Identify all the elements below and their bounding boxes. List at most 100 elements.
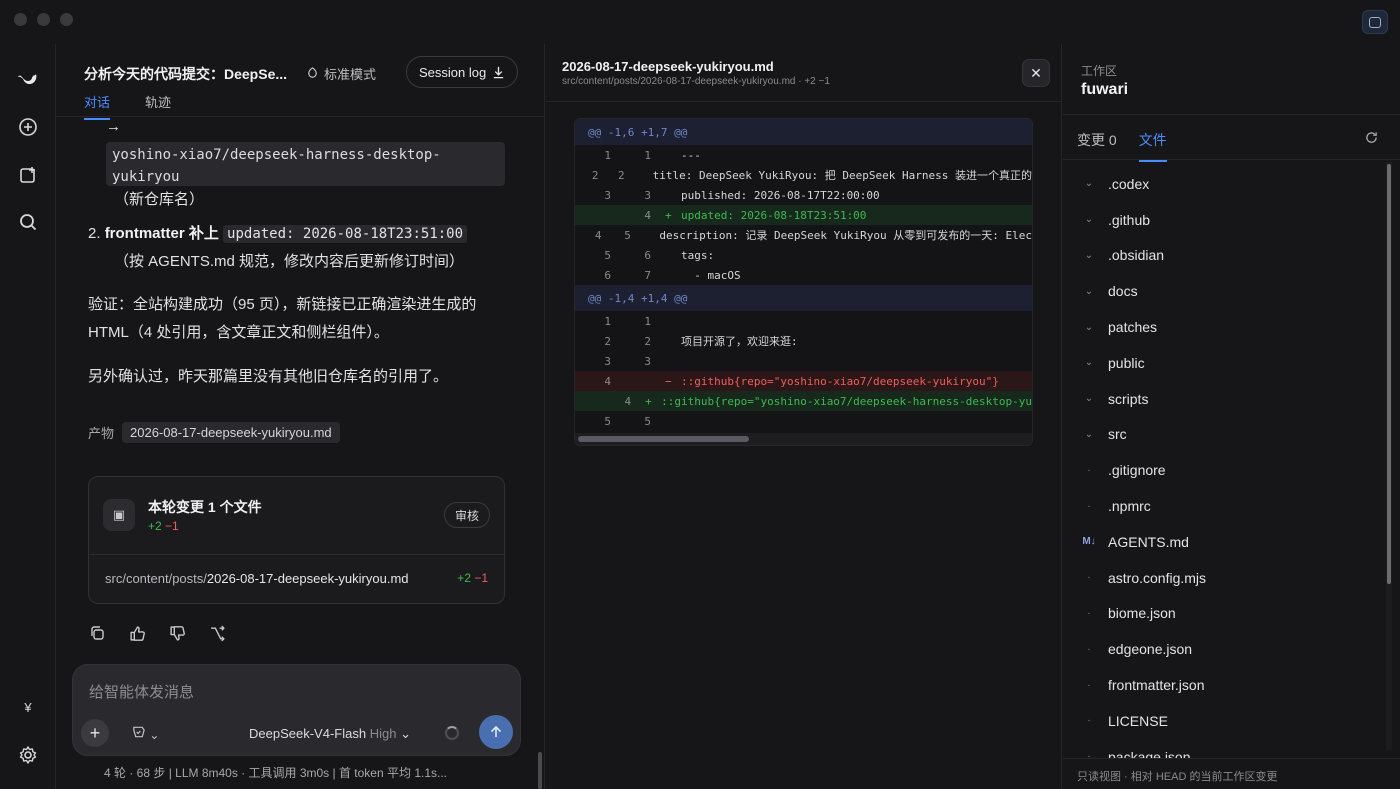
close-icon: ✕ — [1030, 64, 1042, 81]
new-chat-icon[interactable] — [16, 115, 40, 139]
folder-item[interactable]: ⌄ .codex — [1063, 166, 1385, 202]
file-tree-scrollbar[interactable] — [1386, 162, 1392, 750]
minimize-window-button[interactable] — [37, 13, 50, 26]
workspace-tabs: 变更 0 文件 — [1077, 130, 1167, 162]
folder-item[interactable]: ⌄ .github — [1063, 202, 1385, 238]
refresh-icon[interactable] — [1365, 131, 1378, 147]
diff-panel: 2026-08-17-deepseek-yukiryou.md src/cont… — [546, 44, 1062, 789]
chat-title[interactable]: 分析今天的代码提交：DeepSe... — [84, 64, 287, 84]
new-line-number: 5 — [644, 414, 651, 428]
message-composer[interactable]: 给智能体发消息 + ⌄ DeepSeek-V4-Flash High ⌄ — [72, 664, 521, 756]
diff-view: @@ -1,6 +1,7 @@ 1 1 --- 2 2 title: DeepSeek Yu… — [574, 118, 1033, 446]
file-item[interactable]: M↓ AGENTS.md — [1063, 524, 1385, 560]
diff-line-added: 4 + updated: 2026-08-18T23:51:00 — [575, 205, 1032, 225]
copy-icon[interactable] — [88, 624, 106, 642]
file-dot-icon: · — [1087, 607, 1091, 619]
changed-file-row[interactable]: src/content/posts/2026-08-17-deepseek-yu… — [105, 571, 409, 586]
chat-tabs: 对话 轨迹 — [84, 92, 171, 120]
review-button[interactable]: 审核 — [443, 502, 490, 528]
folder-item[interactable]: ⌄ scripts — [1063, 381, 1385, 417]
diff-marker: + — [645, 394, 652, 408]
session-log-button[interactable]: Session log — [406, 56, 519, 88]
file-item[interactable]: · .npmrc — [1063, 488, 1385, 524]
file-item[interactable]: · edgeone.json — [1063, 631, 1385, 667]
tab-trace[interactable]: 轨迹 — [145, 92, 171, 111]
tab-changes[interactable]: 变更 0 — [1077, 130, 1117, 150]
chevron-down-icon: ⌄ — [1084, 357, 1094, 369]
add-project-icon[interactable] — [16, 163, 40, 187]
tab-files[interactable]: 文件 — [1138, 130, 1167, 162]
workspace-label: 工作区 — [1081, 64, 1118, 78]
folder-item[interactable]: ⌄ patches — [1063, 309, 1385, 345]
settings-gear-icon[interactable] — [16, 743, 40, 767]
list-number: 2. — [88, 225, 101, 242]
diff-code: tags: — [681, 248, 715, 262]
diff-line: 3 3 published: 2026-08-17T22:00:00 — [575, 185, 1032, 205]
diff-line: 55 — [575, 411, 1032, 431]
file-dot-icon: · — [1087, 572, 1091, 584]
file-name: .gitignore — [1108, 462, 1166, 479]
whale-logo-icon[interactable] — [16, 66, 40, 90]
new-line-number: 2 — [644, 334, 651, 348]
diff-code: updated: 2026-08-18T23:51:00 — [681, 208, 867, 222]
artifact-file-chip[interactable]: 2026-08-17-deepseek-yukiryou.md — [122, 422, 340, 443]
search-icon[interactable] — [16, 210, 40, 234]
file-name: scripts — [1108, 390, 1149, 407]
repo-code-block: yoshino-xiao7/deepseek-harness-desktop-y… — [106, 142, 505, 186]
chat-scrollbar[interactable] — [538, 752, 542, 789]
file-item[interactable]: · astro.config.mjs — [1063, 560, 1385, 596]
file-name: package.json — [1108, 748, 1191, 758]
file-name: public — [1108, 354, 1145, 371]
close-diff-button[interactable]: ✕ — [1022, 59, 1050, 87]
diff-file-title: 2026-08-17-deepseek-yukiryou.md — [562, 59, 774, 74]
workspace-panel: 工作区 fuwari 变更 0 文件 ⌄ .codex ⌄ .github ⌄ .obsi… — [1063, 44, 1400, 789]
mode-selector[interactable]: 标准模式 — [306, 64, 376, 83]
folder-item[interactable]: ⌄ docs — [1063, 273, 1385, 309]
diff-header: 2026-08-17-deepseek-yukiryou.md src/cont… — [546, 44, 1061, 102]
file-item[interactable]: · .gitignore — [1063, 452, 1385, 488]
branch-icon[interactable] — [208, 624, 226, 642]
new-line-number: 2 — [618, 168, 625, 182]
old-line-number: 3 — [604, 354, 611, 368]
send-button[interactable] — [479, 715, 513, 749]
mode-label: 标准模式 — [324, 67, 377, 82]
file-item[interactable]: · package.json — [1063, 739, 1385, 758]
diff-line: 5 6 tags: — [575, 245, 1032, 265]
chat-panel: 分析今天的代码提交：DeepSe... 标准模式 Session log 对话 … — [56, 44, 545, 789]
attach-plus-button[interactable]: + — [81, 719, 109, 747]
file-item[interactable]: · LICENSE — [1063, 703, 1385, 739]
arrow-up-icon — [490, 725, 502, 737]
old-line-number: 2 — [591, 168, 599, 182]
composer-placeholder[interactable]: 给智能体发消息 — [89, 681, 194, 702]
removed-count: −1 — [165, 519, 179, 533]
file-dot-icon: · — [1087, 751, 1091, 758]
file-name: src — [1108, 426, 1127, 443]
tab-conversation[interactable]: 对话 — [84, 92, 111, 120]
thumbs-up-icon[interactable] — [128, 624, 146, 642]
close-window-button[interactable] — [14, 13, 27, 26]
thumbs-down-icon[interactable] — [168, 624, 186, 642]
diff-code: ::github{repo="yoshino-xiao7/deepseek-yu… — [681, 374, 999, 388]
chat-header: 分析今天的代码提交：DeepSe... 标准模式 Session log 对话 … — [56, 44, 544, 120]
old-line-number: 3 — [604, 188, 611, 202]
file-item[interactable]: · biome.json — [1063, 596, 1385, 632]
currency-icon[interactable]: ¥ — [16, 695, 40, 719]
folder-item[interactable]: ⌄ .obsidian — [1063, 238, 1385, 274]
file-name: .github — [1108, 211, 1151, 228]
model-selector[interactable]: DeepSeek-V4-Flash High ⌄ — [249, 726, 411, 742]
tools-dropdown[interactable]: ⌄ — [131, 725, 159, 742]
old-line-number: 4 — [604, 374, 611, 388]
file-name: .codex — [1108, 175, 1150, 192]
diff-horizontal-scrollbar[interactable] — [575, 433, 1032, 445]
folder-item[interactable]: ⌄ src — [1063, 417, 1385, 453]
zoom-window-button[interactable] — [60, 13, 73, 26]
toggle-sidebar-button[interactable] — [1362, 10, 1388, 34]
folder-item[interactable]: ⌄ public — [1063, 345, 1385, 381]
old-line-number: 1 — [604, 314, 611, 328]
diff-code: 项目开源了，欢迎来逛: — [681, 335, 798, 348]
diff-hunk-header: @@ -1,6 +1,7 @@ — [575, 119, 1032, 145]
old-line-number: 5 — [604, 248, 611, 262]
file-item[interactable]: · frontmatter.json — [1063, 667, 1385, 703]
old-line-number: 4 — [594, 228, 602, 242]
changed-file-name: 2026-08-17-deepseek-yukiryou.md — [206, 571, 409, 586]
